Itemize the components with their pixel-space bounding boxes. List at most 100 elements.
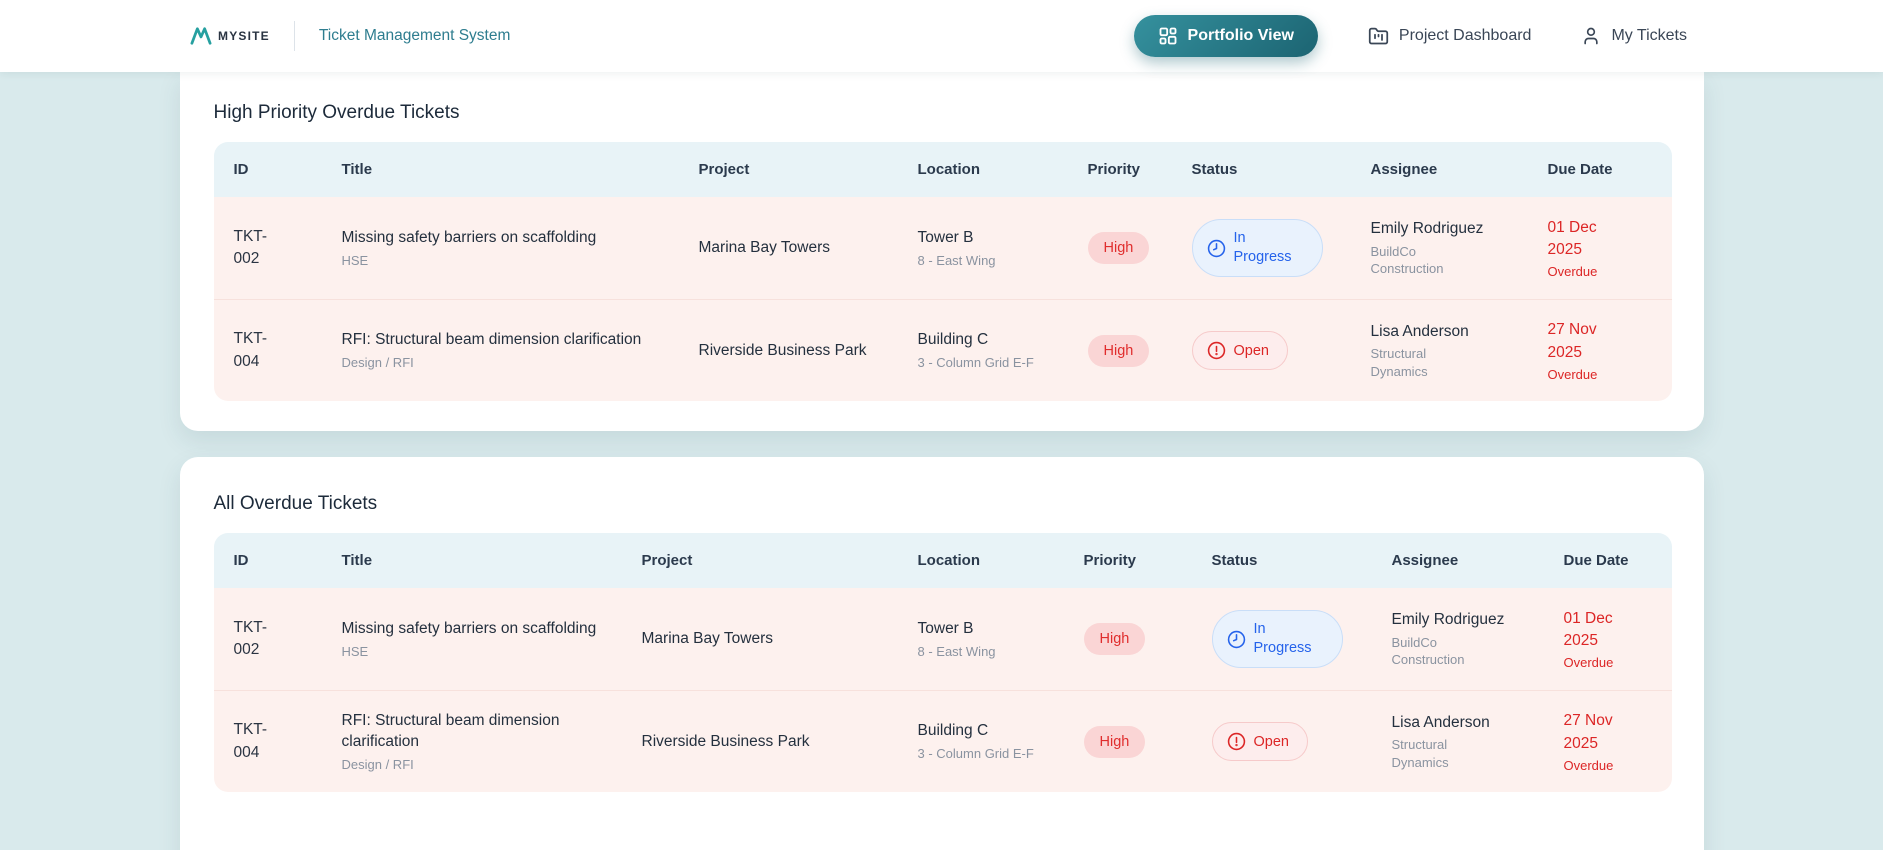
ticket-category: Design / RFI (342, 756, 618, 774)
ticket-title-cell: Missing safety barriers on scaffolding H… (342, 227, 699, 269)
ticket-location-detail: 3 - Column Grid E-F (918, 745, 1046, 763)
ticket-project: Riverside Business Park (699, 340, 918, 362)
col-header-id: ID (214, 533, 342, 588)
ticket-category: Design / RFI (342, 354, 675, 372)
clock-icon (1207, 239, 1226, 258)
col-header-assignee: Assignee (1392, 533, 1564, 588)
status-badge-open: Open (1212, 722, 1308, 761)
nav-project-dashboard-label: Project Dashboard (1399, 27, 1532, 45)
ticket-due-cell: 27 Nov 2025 Overdue (1564, 710, 1672, 773)
due-date: 27 Nov 2025 (1564, 710, 1636, 755)
ticket-location: Tower B (918, 227, 1064, 249)
ticket-title-cell: RFI: Structural beam dimension clarifica… (342, 329, 699, 371)
priority-badge-high: High (1088, 335, 1150, 367)
nav-project-dashboard[interactable]: Project Dashboard (1368, 26, 1532, 47)
alert-circle-icon (1207, 341, 1226, 360)
brand-logo[interactable]: MYSITE (190, 26, 270, 46)
ticket-assignee-cell: Emily Rodriguez BuildCo Construction (1371, 218, 1548, 278)
ticket-title-cell: RFI: Structural beam dimension clarifica… (342, 710, 642, 774)
ticket-location: Building C (918, 720, 1060, 742)
page-content: High Priority Overdue Tickets ID Title P… (180, 72, 1704, 850)
table-header-row: ID Title Project Location Priority Statu… (214, 533, 1672, 588)
ticket-project: Riverside Business Park (642, 731, 918, 753)
table-row: TKT-004 RFI: Structural beam dimension c… (214, 299, 1672, 401)
ticket-location-detail: 3 - Column Grid E-F (918, 354, 1046, 372)
high-priority-table: ID Title Project Location Priority Statu… (214, 142, 1672, 401)
app-title: Ticket Management System (319, 27, 511, 45)
ticket-project: Marina Bay Towers (699, 237, 918, 259)
ticket-location-detail: 8 - East Wing (918, 252, 1046, 270)
col-header-priority: Priority (1084, 533, 1212, 588)
status-badge-in-progress: In Progress (1212, 610, 1343, 668)
table-header-row: ID Title Project Location Priority Statu… (214, 142, 1672, 197)
col-header-location: Location (918, 533, 1084, 588)
nav-my-tickets[interactable]: My Tickets (1581, 26, 1687, 46)
clock-icon (1227, 630, 1246, 649)
status-badge-open: Open (1192, 331, 1288, 370)
ticket-priority-cell: High (1088, 335, 1192, 367)
ticket-location: Building C (918, 329, 1064, 351)
nav-my-tickets-label: My Tickets (1611, 27, 1687, 45)
ticket-status-cell: Open (1192, 331, 1371, 370)
assignee-name: Lisa Anderson (1371, 321, 1524, 343)
ticket-id: TKT-002 (214, 617, 294, 662)
layout-grid-icon (1158, 26, 1178, 46)
col-header-due-date: Due Date (1548, 142, 1672, 197)
ticket-title: RFI: Structural beam dimension clarifica… (342, 329, 675, 351)
due-status: Overdue (1564, 758, 1648, 773)
ticket-status-cell: In Progress (1212, 610, 1392, 668)
table-row: TKT-004 RFI: Structural beam dimension c… (214, 690, 1672, 792)
ticket-location-cell: Building C 3 - Column Grid E-F (918, 720, 1084, 762)
high-priority-overdue-section: High Priority Overdue Tickets ID Title P… (180, 72, 1704, 431)
nav-portfolio-view-label: Portfolio View (1188, 27, 1294, 45)
folder-kanban-icon (1368, 26, 1389, 47)
priority-badge-high: High (1084, 623, 1146, 655)
ticket-priority-cell: High (1084, 623, 1212, 655)
due-status: Overdue (1548, 367, 1648, 382)
ticket-location-detail: 8 - East Wing (918, 643, 1046, 661)
main-nav: Portfolio View Project Dashboard My Tick… (1134, 15, 1687, 57)
ticket-due-cell: 01 Dec 2025 Overdue (1564, 608, 1672, 671)
table-row: TKT-002 Missing safety barriers on scaff… (214, 588, 1672, 690)
ticket-category: HSE (342, 643, 618, 661)
ticket-project: Marina Bay Towers (642, 628, 918, 650)
mysite-logo-icon (190, 26, 212, 46)
due-date: 01 Dec 2025 (1548, 217, 1620, 262)
section-title-high-priority: High Priority Overdue Tickets (214, 102, 1672, 124)
header-divider (294, 21, 295, 51)
assignee-company: Structural Dynamics (1392, 736, 1504, 771)
ticket-due-cell: 01 Dec 2025 Overdue (1548, 217, 1672, 280)
ticket-location-cell: Tower B 8 - East Wing (918, 618, 1084, 660)
brand-group: MYSITE Ticket Management System (190, 21, 510, 51)
ticket-assignee-cell: Emily Rodriguez BuildCo Construction (1392, 609, 1564, 669)
ticket-id: TKT-004 (214, 719, 294, 764)
ticket-location-cell: Building C 3 - Column Grid E-F (918, 329, 1088, 371)
priority-badge-high: High (1084, 726, 1146, 758)
top-navigation-bar: MYSITE Ticket Management System Portfoli… (0, 0, 1883, 72)
ticket-title-cell: Missing safety barriers on scaffolding H… (342, 618, 642, 660)
ticket-due-cell: 27 Nov 2025 Overdue (1548, 319, 1672, 382)
ticket-location-cell: Tower B 8 - East Wing (918, 227, 1088, 269)
ticket-assignee-cell: Lisa Anderson Structural Dynamics (1371, 321, 1548, 381)
ticket-id: TKT-002 (214, 226, 294, 271)
assignee-name: Emily Rodriguez (1371, 218, 1524, 240)
status-badge-in-progress: In Progress (1192, 219, 1323, 277)
ticket-category: HSE (342, 252, 675, 270)
col-header-id: ID (214, 142, 342, 197)
col-header-status: Status (1192, 142, 1371, 197)
col-header-location: Location (918, 142, 1088, 197)
col-header-assignee: Assignee (1371, 142, 1548, 197)
table-row: TKT-002 Missing safety barriers on scaff… (214, 197, 1672, 299)
assignee-company: BuildCo Construction (1371, 243, 1483, 278)
col-header-status: Status (1212, 533, 1392, 588)
priority-badge-high: High (1088, 232, 1150, 264)
nav-portfolio-view-button[interactable]: Portfolio View (1134, 15, 1318, 57)
ticket-title: RFI: Structural beam dimension clarifica… (342, 710, 618, 753)
ticket-id: TKT-004 (214, 328, 294, 373)
due-date: 27 Nov 2025 (1548, 319, 1620, 364)
brand-name: MYSITE (218, 29, 270, 43)
ticket-title: Missing safety barriers on scaffolding (342, 227, 675, 249)
col-header-title: Title (342, 142, 699, 197)
col-header-due-date: Due Date (1564, 533, 1672, 588)
due-status: Overdue (1564, 655, 1648, 670)
